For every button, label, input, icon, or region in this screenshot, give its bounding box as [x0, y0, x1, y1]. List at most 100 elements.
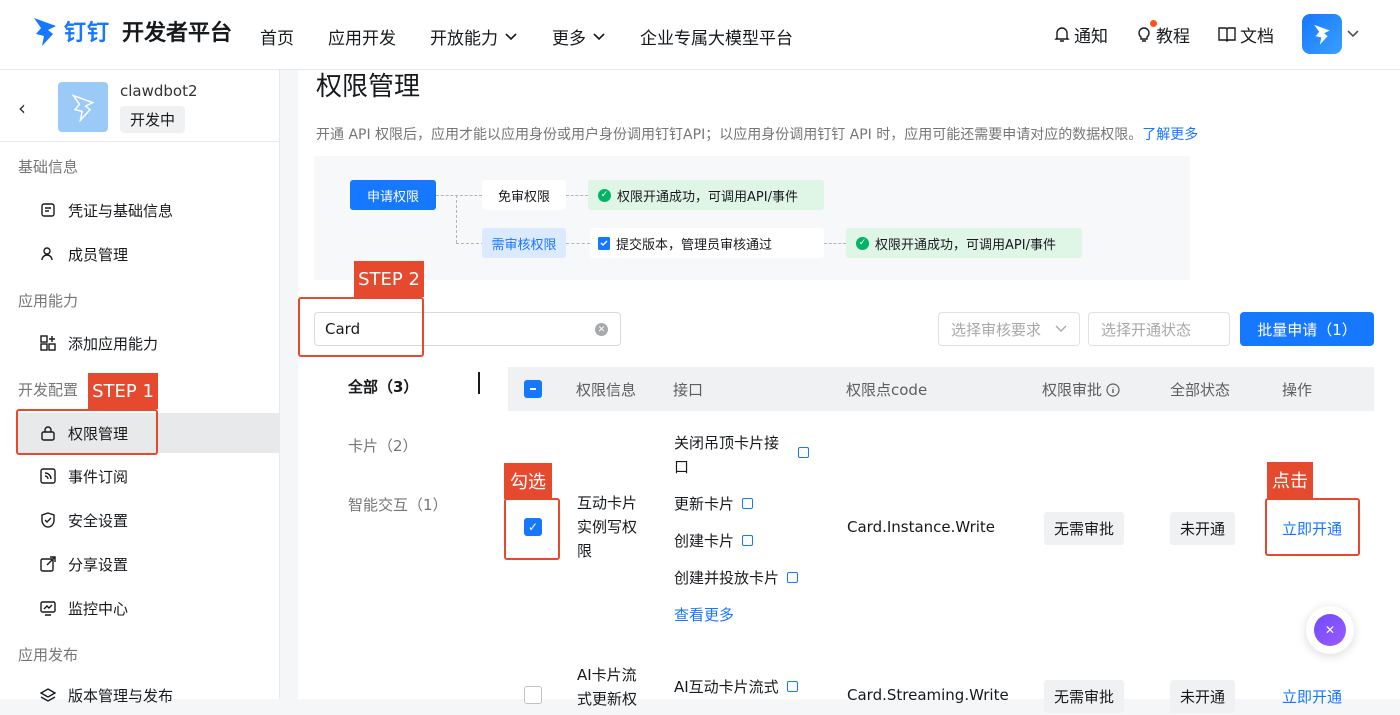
- sidebar-item-security[interactable]: 安全设置: [16, 500, 280, 540]
- dingtalk-logo-icon: [1314, 24, 1330, 45]
- review-requirement-select[interactable]: 选择审核要求: [938, 312, 1080, 346]
- flow-success-1: ✓ 权限开通成功，可调用API/事件: [588, 180, 824, 210]
- layers-icon: [40, 687, 56, 703]
- batch-apply-button[interactable]: 批量申请（1）: [1240, 312, 1374, 346]
- header-status[interactable]: 全部状态: [1170, 379, 1230, 400]
- row-code: Card.Instance.Write: [847, 518, 996, 536]
- doc-icon[interactable]: [742, 535, 754, 546]
- select-all-checkbox[interactable]: [524, 380, 542, 398]
- chevron-down-icon: [1347, 30, 1359, 38]
- tutorial-label: 教程: [1156, 26, 1190, 47]
- step1-highlight: [16, 409, 158, 455]
- select-placeholder: 选择开通状态: [1101, 320, 1192, 339]
- step2-highlight: [298, 297, 424, 357]
- nav-label: 企业专属大模型平台: [640, 29, 793, 49]
- sidebar-item-add-ability[interactable]: 添加应用能力: [16, 323, 280, 363]
- chevron-down-icon: [505, 32, 517, 40]
- book-icon: [1218, 27, 1236, 42]
- doc-icon[interactable]: [742, 498, 754, 509]
- category-smart-interaction[interactable]: 智能交互（1）: [348, 494, 448, 515]
- status-badge: 未开通: [1170, 512, 1236, 545]
- category-active-indicator: [478, 372, 480, 394]
- category-all[interactable]: 全部（3）: [348, 376, 418, 397]
- check-label: 勾选: [504, 463, 552, 499]
- chevron-down-icon: [593, 32, 605, 40]
- flow-connector: [456, 195, 457, 243]
- main-content: 权限管理 开通 API 权限后，应用才能以应用身份或用户身份调用钉钉API；以应…: [298, 70, 1400, 713]
- nav-home[interactable]: 首页: [260, 24, 294, 49]
- learn-more-link[interactable]: 了解更多: [1142, 127, 1198, 143]
- sidebar-item-versions[interactable]: 版本管理与发布: [16, 675, 280, 715]
- step2-label: STEP 2: [354, 261, 424, 297]
- header-action: 操作: [1282, 381, 1313, 399]
- dingtalk-logo-icon: [34, 18, 56, 46]
- enable-now-link[interactable]: 立即开通: [1282, 686, 1342, 707]
- flow-need-review: 需审核权限: [482, 228, 566, 258]
- header-api: 接口: [673, 381, 704, 399]
- notify-link[interactable]: 通知: [1054, 22, 1108, 47]
- credential-icon: [40, 202, 56, 218]
- sidebar-item-members[interactable]: 成员管理: [16, 234, 280, 274]
- sidebar-item-label: 版本管理与发布: [68, 686, 174, 705]
- info-icon[interactable]: [1106, 382, 1120, 397]
- tutorial-link[interactable]: 教程: [1136, 19, 1190, 47]
- app-name: clawdbot2: [120, 82, 198, 100]
- sidebar-item-share[interactable]: 分享设置: [16, 544, 280, 584]
- description-text: 开通 API 权限后，应用才能以应用身份或用户身份调用钉钉API；以应用身份调用…: [316, 127, 1143, 143]
- sidebar-item-label: 事件订阅: [68, 467, 129, 486]
- nav-label: 开放能力: [430, 29, 498, 49]
- nav-app-dev[interactable]: 应用开发: [328, 24, 396, 49]
- api-label: 创建并投放卡片: [674, 569, 780, 587]
- docs-link[interactable]: 文档: [1218, 22, 1274, 47]
- nav-more[interactable]: 更多: [552, 24, 606, 49]
- assistant-float-button[interactable]: ✕: [1306, 606, 1354, 654]
- avatar: [1302, 14, 1342, 54]
- view-more-link[interactable]: 查看更多: [674, 604, 734, 625]
- sidebar-item-label: 成员管理: [68, 245, 129, 264]
- logo[interactable]: 钉钉 开发者平台: [32, 14, 232, 48]
- notification-dot: [1150, 19, 1157, 27]
- row-info: 互动卡片: [577, 494, 638, 512]
- flow-connector: [824, 243, 846, 244]
- sidebar-item-credentials[interactable]: 凭证与基础信息: [16, 190, 280, 230]
- row-code: Card.Streaming.Write: [847, 686, 1009, 704]
- docs-label: 文档: [1240, 26, 1274, 47]
- nav-llm-platform[interactable]: 企业专属大模型平台: [640, 24, 793, 49]
- user-menu[interactable]: [1302, 14, 1360, 54]
- nav-open-ability[interactable]: 开放能力: [430, 24, 518, 49]
- sidebar-item-monitor[interactable]: 监控中心: [16, 588, 280, 628]
- chevron-down-icon: [1055, 325, 1067, 332]
- row-checkbox[interactable]: [524, 686, 542, 704]
- doc-icon[interactable]: [786, 681, 798, 692]
- category-card[interactable]: 卡片（2）: [348, 435, 418, 456]
- sidebar-item-events[interactable]: 事件订阅: [16, 456, 280, 496]
- top-right-tools: 通知 教程 文档: [1054, 14, 1360, 54]
- open-status-select[interactable]: 选择开通状态: [1088, 312, 1230, 346]
- header-info: 权限信息: [576, 381, 637, 399]
- row-info: AI卡片流: [577, 666, 637, 684]
- flow-connector: [436, 195, 482, 196]
- assistant-icon: ✕: [1314, 614, 1346, 646]
- api-item: 口: [674, 456, 689, 477]
- permission-flow-diagram: 申请权限 免审权限 ✓ 权限开通成功，可调用API/事件 需审核权限 提交版本，…: [314, 156, 1190, 280]
- flow-submit: 提交版本，管理员审核通过: [590, 228, 824, 258]
- sidebar-item-label: 分享设置: [68, 555, 129, 574]
- api-label: 关闭吊顶卡片接: [674, 434, 780, 452]
- clear-icon[interactable]: ✕: [595, 323, 608, 336]
- doc-icon[interactable]: [787, 572, 799, 583]
- sidebar-item-label: 监控中心: [68, 599, 129, 618]
- bell-icon: [1054, 27, 1070, 42]
- api-item: 创建并投放卡片: [674, 567, 799, 588]
- sidebar-item-label: 安全设置: [68, 511, 129, 530]
- doc-icon[interactable]: [798, 447, 809, 458]
- app-status-badge: 开发中: [120, 106, 186, 133]
- flow-connector: [456, 243, 484, 244]
- nav-label: 更多: [552, 29, 586, 49]
- app-icon: [58, 82, 108, 132]
- check-circle-icon: ✓: [856, 236, 869, 250]
- api-label: AI互动卡片流式: [674, 678, 779, 696]
- api-label: 更新卡片: [674, 495, 735, 513]
- back-icon[interactable]: ‹: [18, 96, 26, 120]
- page-title: 权限管理: [316, 72, 421, 102]
- checkbox-highlight: [504, 498, 560, 560]
